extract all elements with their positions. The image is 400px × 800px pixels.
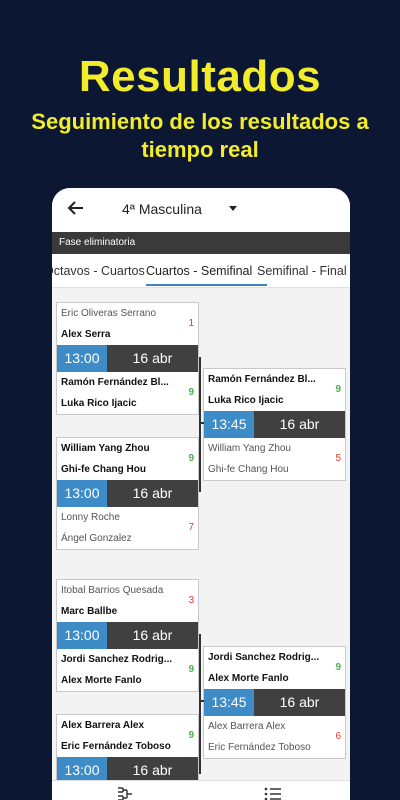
list-icon[interactable]	[264, 786, 282, 800]
match-date: 16 abr	[107, 345, 198, 372]
player-name: Eric Fernández Toboso	[208, 742, 311, 753]
player-name: Ghi-fe Chang Hou	[208, 464, 289, 475]
bracket-connector	[199, 634, 201, 774]
player-name: Ramón Fernández Bl... 9	[57, 372, 198, 398]
match-time-bar: 13:00 16 abr	[57, 480, 198, 507]
match-card[interactable]: Eric Oliveras Serrano 1 Alex Serra 13:00 …	[56, 302, 199, 415]
match-date: 16 abr	[107, 480, 198, 507]
player-name: Luka Rico Ijacic	[208, 395, 284, 406]
bracket-connector	[199, 357, 201, 492]
player-name: Alex Barrera Alex 6	[204, 716, 345, 742]
match-date: 16 abr	[254, 411, 345, 438]
player-name: Alex Barrera Alex 9	[57, 715, 198, 741]
player-name: Lonny Roche 7	[57, 507, 198, 533]
player-name: Alex Morte Fanlo	[61, 675, 142, 686]
player-name: Ángel Gonzalez	[61, 533, 132, 544]
player-name: Eric Oliveras Serrano 1	[57, 303, 198, 329]
promo-subtitle: Seguimiento de los resultados a tiempo r…	[31, 109, 369, 162]
match-time: 13:45	[204, 689, 254, 716]
match-time: 13:00	[57, 345, 107, 372]
match-card[interactable]: Itobal Barrios Quesada 3 Marc Ballbe 13:0…	[56, 579, 199, 692]
player-name: William Yang Zhou 5	[204, 438, 345, 464]
player-name: Jordi Sanchez Rodrig... 9	[57, 649, 198, 675]
match-date: 16 abr	[107, 622, 198, 649]
player-name: Marc Ballbe	[61, 606, 118, 617]
player-name: Alex Serra	[61, 329, 111, 340]
player-name: Ghi-fe Chang Hou	[61, 464, 146, 475]
match-card[interactable]: Alex Barrera Alex 9 Eric Fernández Toboso…	[56, 714, 199, 785]
match-time: 13:00	[57, 480, 107, 507]
bracket-connector	[199, 700, 204, 702]
active-tab-indicator	[146, 284, 267, 286]
match-card[interactable]: Ramón Fernández Bl... 9 Luka Rico Ijacic …	[203, 368, 346, 481]
player-name: Alex Morte Fanlo	[208, 673, 289, 684]
phase-header: Fase eliminatoria	[52, 232, 350, 254]
player-name: William Yang Zhou 9	[57, 438, 198, 464]
player-name: Eric Fernández Toboso	[61, 741, 171, 752]
match-time-bar: 13:00 16 abr	[57, 622, 198, 649]
match-time-bar: 13:45 16 abr	[204, 411, 345, 438]
match-time-bar: 13:00 16 abr	[57, 345, 198, 372]
player-name: Ramón Fernández Bl... 9	[204, 369, 345, 395]
app-bar: 4ª Masculina	[52, 188, 350, 230]
bottom-nav	[52, 780, 350, 800]
arrow-left-icon[interactable]	[66, 198, 86, 218]
category-select[interactable]: 4ª Masculina	[122, 201, 202, 217]
tab-octavos-cuartos[interactable]: Octavos - Cuartos	[52, 264, 145, 278]
tab-semifinal-final[interactable]: Semifinal - Final	[257, 264, 347, 278]
player-name: Luka Rico Ijacic	[61, 398, 137, 409]
match-card[interactable]: William Yang Zhou 9 Ghi-fe Chang Hou 13:0…	[56, 437, 199, 550]
match-card[interactable]: Jordi Sanchez Rodrig... 9 Alex Morte Fanl…	[203, 646, 346, 759]
tab-cuartos-semifinal[interactable]: Cuartos - Semifinal	[146, 264, 252, 278]
match-time: 13:45	[204, 411, 254, 438]
caret-down-icon[interactable]	[229, 206, 237, 211]
match-time: 13:00	[57, 622, 107, 649]
bracket-area: Eric Oliveras Serrano 1 Alex Serra 13:00 …	[52, 288, 350, 785]
match-time-bar: 13:45 16 abr	[204, 689, 345, 716]
player-name: Jordi Sanchez Rodrig... 9	[204, 647, 345, 673]
match-date: 16 abr	[254, 689, 345, 716]
bracket-connector	[199, 422, 204, 424]
round-tabs: Octavos - Cuartos Cuartos - Semifinal Se…	[52, 260, 350, 288]
bracket-icon[interactable]	[116, 786, 134, 800]
promo-title: Resultados	[78, 52, 322, 101]
phone-screen: 4ª Masculina Fase eliminatoria Octavos -…	[52, 188, 350, 800]
player-name: Itobal Barrios Quesada 3	[57, 580, 198, 606]
